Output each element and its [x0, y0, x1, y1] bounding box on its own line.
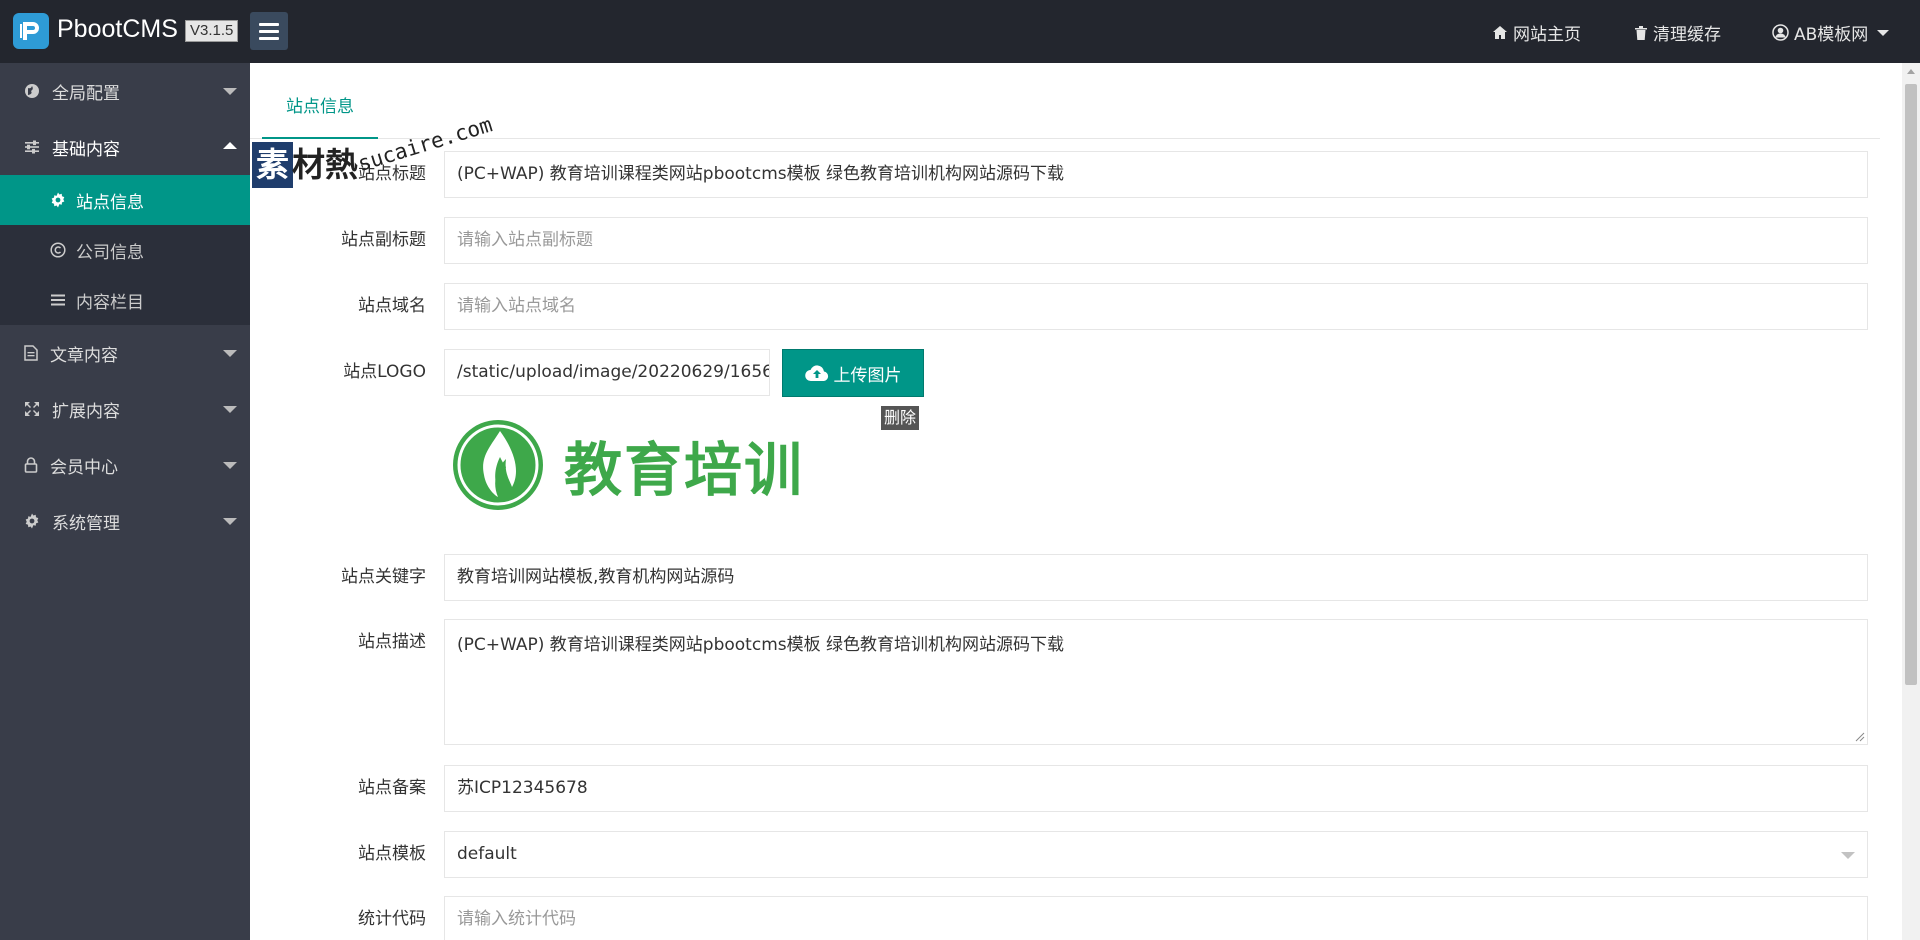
- site-logo-path-input[interactable]: /static/upload/image/20220629/1656488: [444, 349, 770, 396]
- scroll-up-icon[interactable]: [1907, 69, 1915, 74]
- sidebar-subitem-label: 站点信息: [76, 192, 144, 213]
- chevron-down-icon: [223, 462, 237, 469]
- site-icp-input[interactable]: 苏ICP12345678: [444, 765, 1868, 812]
- document-icon: [24, 345, 38, 361]
- sidebar-item-system-management[interactable]: 系统管理: [0, 493, 250, 549]
- delete-image-button[interactable]: 删除: [881, 406, 920, 430]
- field-label: 站点模板: [358, 844, 426, 864]
- app-logo-icon[interactable]: [13, 13, 49, 49]
- nav-label: 清理缓存: [1653, 25, 1721, 45]
- gear-icon: [25, 513, 39, 529]
- site-domain-input[interactable]: 请输入站点域名: [444, 283, 1868, 330]
- site-template-select[interactable]: default: [444, 831, 1868, 878]
- scrollbar-thumb[interactable]: [1905, 84, 1917, 685]
- cloud-upload-icon: [804, 365, 828, 382]
- version-badge: V3.1.5: [185, 20, 239, 42]
- sidebar-item-label: 扩展内容: [52, 401, 120, 422]
- chevron-down-icon: [223, 350, 237, 357]
- nav-label: 网站主页: [1513, 25, 1581, 45]
- list-icon: [51, 294, 65, 306]
- watermark: 素 材熱 sucaire.com: [252, 112, 495, 202]
- chevron-down-icon: [223, 406, 237, 413]
- top-header: PbootCMS V3.1.5 网站主页 清理缓存 AB模板网: [0, 0, 1920, 63]
- chevron-down-icon: [1877, 29, 1890, 36]
- expand-icon: [25, 402, 39, 416]
- chevron-down-icon: [223, 518, 237, 525]
- flame-logo-icon: [453, 420, 543, 510]
- sidebar-subitem-content-columns[interactable]: 内容栏目: [0, 275, 250, 325]
- upload-image-button[interactable]: 上传图片: [782, 349, 924, 397]
- sidebar-subitem-company-info[interactable]: 公司信息: [0, 225, 250, 275]
- sidebar-item-label: 全局配置: [52, 83, 120, 104]
- sidebar: 全局配置 基础内容 站点信息 公司信息 内容栏目 文章内容 扩展内容 会员中心: [0, 63, 250, 940]
- site-description-textarea[interactable]: (PC+WAP) 教育培训课程类网站pbootcms模板 绿色教育培训机构网站源…: [444, 619, 1868, 745]
- nav-clear-cache[interactable]: 清理缓存: [1634, 20, 1721, 45]
- gear-icon: [51, 192, 65, 208]
- globe-icon: [25, 84, 39, 98]
- description-text: (PC+WAP) 教育培训课程类网站pbootcms模板 绿色教育培训机构网站源…: [457, 635, 1065, 655]
- brand-name: PbootCMS: [57, 15, 178, 43]
- copyright-icon: [50, 242, 66, 258]
- chevron-down-icon: [223, 88, 237, 95]
- field-label: 统计代码: [358, 909, 426, 929]
- field-label: 站点关键字: [341, 567, 426, 587]
- upload-label: 上传图片: [833, 365, 902, 386]
- select-value: default: [457, 844, 517, 864]
- tab-bar: 站点信息: [250, 63, 1880, 139]
- field-label: 站点副标题: [341, 230, 426, 250]
- page-scrollbar[interactable]: [1902, 63, 1920, 940]
- nav-user-menu[interactable]: AB模板网: [1772, 20, 1890, 45]
- resize-handle-icon[interactable]: [1855, 732, 1865, 742]
- sidebar-item-global-config[interactable]: 全局配置: [0, 63, 250, 119]
- menu-toggle-button[interactable]: [250, 12, 288, 50]
- field-label: 站点LOGO: [343, 362, 426, 382]
- sidebar-item-label: 基础内容: [52, 139, 120, 160]
- sidebar-subitem-label: 公司信息: [76, 242, 144, 263]
- sidebar-item-label: 会员中心: [50, 457, 118, 478]
- sidebar-subitem-site-info[interactable]: 站点信息: [0, 175, 250, 225]
- chevron-up-icon: [223, 142, 237, 149]
- chevron-down-icon: [1841, 852, 1855, 859]
- lock-icon: [24, 457, 38, 473]
- sidebar-item-extended-content[interactable]: 扩展内容: [0, 381, 250, 437]
- user-circle-icon: [1772, 24, 1789, 41]
- logo-preview-text: 教育培训: [564, 436, 805, 504]
- site-keywords-input[interactable]: 教育培训网站模板,教育机构网站源码: [444, 554, 1868, 601]
- sidebar-item-basic-content[interactable]: 基础内容: [0, 119, 250, 175]
- sidebar-item-label: 文章内容: [50, 345, 118, 366]
- tab-site-info[interactable]: 站点信息: [262, 87, 378, 139]
- sidebar-subitem-label: 内容栏目: [76, 292, 144, 313]
- home-icon: [1493, 25, 1507, 39]
- logo-preview-image: 教育培训: [450, 415, 830, 515]
- main-content: 站点信息 站点标题 (PC+WAP) 教育培训课程类网站pbootcms模板 绿…: [250, 63, 1902, 940]
- nav-label: AB模板网: [1794, 25, 1869, 45]
- sidebar-item-article-content[interactable]: 文章内容: [0, 325, 250, 381]
- watermark-text: 材熱: [292, 145, 358, 184]
- field-label: 站点备案: [358, 778, 426, 798]
- stats-code-input[interactable]: 请输入统计代码: [444, 896, 1868, 940]
- sidebar-item-member-center[interactable]: 会员中心: [0, 437, 250, 493]
- trash-icon: [1635, 25, 1647, 40]
- watermark-block: 素: [252, 142, 293, 188]
- sliders-icon: [25, 140, 39, 154]
- nav-site-home[interactable]: 网站主页: [1492, 20, 1581, 45]
- field-label: 站点域名: [358, 296, 426, 316]
- site-title-input[interactable]: (PC+WAP) 教育培训课程类网站pbootcms模板 绿色教育培训机构网站源…: [444, 151, 1868, 198]
- sidebar-submenu: 站点信息 公司信息 内容栏目: [0, 175, 250, 325]
- sidebar-item-label: 系统管理: [52, 513, 120, 534]
- site-subtitle-input[interactable]: 请输入站点副标题: [444, 217, 1868, 264]
- field-label: 站点描述: [358, 632, 426, 652]
